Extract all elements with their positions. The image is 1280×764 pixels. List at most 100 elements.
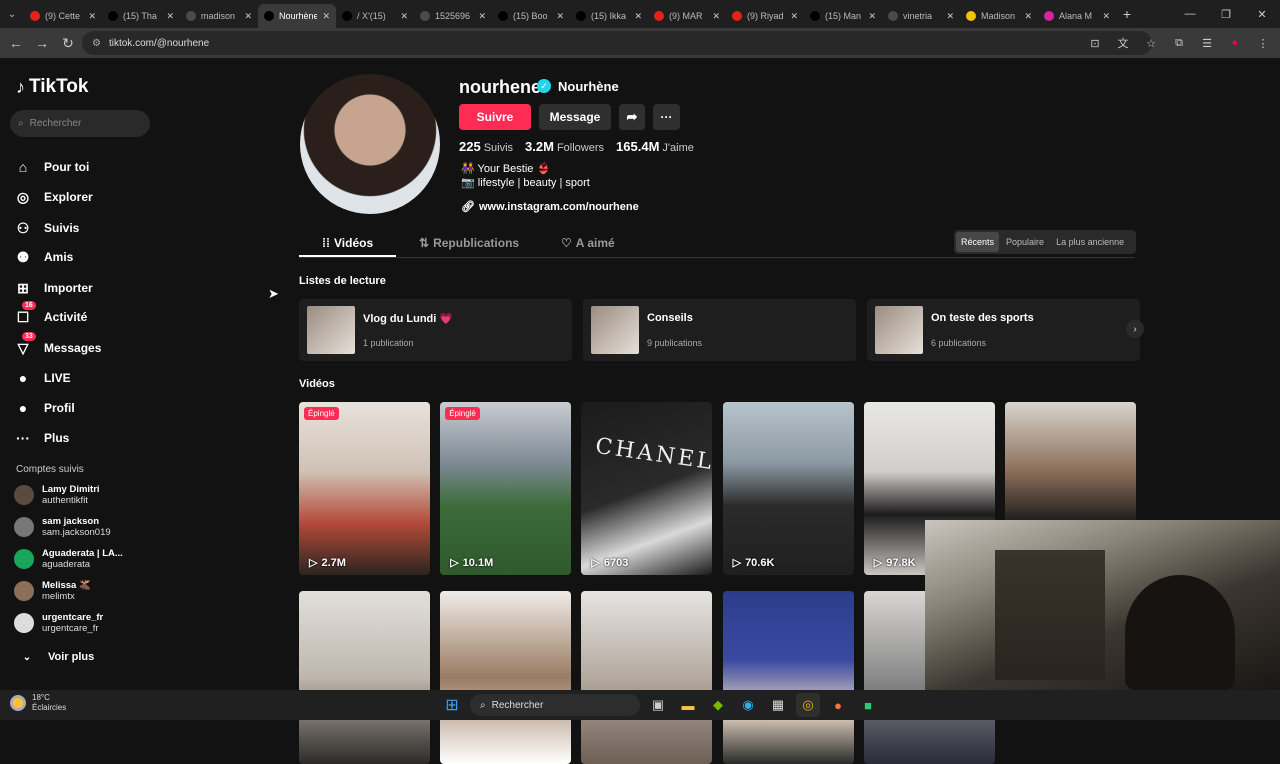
- nvidia-icon[interactable]: ◆: [706, 693, 730, 717]
- app-icon[interactable]: ■: [856, 693, 880, 717]
- tab-close-icon[interactable]: ✕: [712, 11, 720, 22]
- video-thumbnail[interactable]: [722, 591, 854, 764]
- sidebar-item-profil[interactable]: ● Profil: [14, 399, 75, 417]
- tab-republications[interactable]: ⇅ Republications: [419, 236, 519, 250]
- browser-tab[interactable]: vinetria ✕: [882, 4, 960, 28]
- sidebar-item-amis[interactable]: ⚉ Amis: [14, 248, 74, 266]
- tab-close-icon[interactable]: ✕: [322, 11, 330, 22]
- url-field[interactable]: ⚙ tiktok.com/@nourhene: [82, 31, 1152, 55]
- sidebar-item-live[interactable]: ● LIVE: [14, 369, 71, 387]
- tab-close-icon[interactable]: ✕: [478, 11, 486, 22]
- playlist-card[interactable]: Conseils 9 publications: [583, 299, 856, 361]
- video-thumbnail[interactable]: Épinglé ▷ 10.1M: [440, 402, 572, 575]
- following-stat[interactable]: 225 Suivis: [459, 139, 513, 154]
- sidebar-item-plus[interactable]: ··· Plus: [14, 429, 69, 447]
- share-icon[interactable]: ➦: [619, 104, 645, 130]
- reload-icon[interactable]: ↻: [56, 31, 80, 55]
- tab-close-icon[interactable]: ✕: [868, 11, 876, 22]
- followed-account[interactable]: Lamy Dimitri authentikfit: [14, 484, 100, 506]
- minimize-icon[interactable]: —: [1172, 0, 1208, 28]
- video-thumbnail[interactable]: [440, 591, 572, 764]
- browser-tab[interactable]: (9) MAR ✕: [648, 4, 726, 28]
- bookmark-star-icon[interactable]: ☆: [1142, 33, 1160, 53]
- tab-vid-os[interactable]: ⁞⁞ Vidéos: [322, 236, 373, 250]
- sort-option[interactable]: Récents: [956, 232, 1000, 252]
- tab-close-icon[interactable]: ✕: [634, 11, 642, 22]
- site-info-icon[interactable]: ⚙: [92, 38, 101, 49]
- playlist-next-icon[interactable]: ›: [1126, 320, 1144, 338]
- playlist-card[interactable]: Vlog du Lundi 💗 1 publication: [299, 299, 572, 361]
- windows-start-icon[interactable]: ⊞: [440, 693, 464, 717]
- forward-icon[interactable]: →: [30, 31, 54, 55]
- browser-tab[interactable]: (15) Ikka ✕: [570, 4, 648, 28]
- browser-tab[interactable]: 1525696 ✕: [414, 4, 492, 28]
- translate-icon[interactable]: 文: [1114, 33, 1132, 53]
- tab-close-icon[interactable]: ✕: [790, 11, 798, 22]
- sidebar-item-messages[interactable]: ▽ 33 Messages: [14, 332, 101, 357]
- browser-tab[interactable]: (9) Cette ✕: [24, 4, 102, 28]
- followed-account[interactable]: sam jackson sam.jackson019: [14, 516, 111, 538]
- close-window-icon[interactable]: ✕: [1244, 0, 1280, 28]
- tab-close-icon[interactable]: ✕: [1024, 11, 1032, 22]
- browser-tab[interactable]: (9) Riyad ✕: [726, 4, 804, 28]
- store-icon[interactable]: ▦: [766, 693, 790, 717]
- sidebar-item-pour-toi[interactable]: ⌂ Pour toi: [14, 158, 90, 176]
- video-thumbnail[interactable]: [299, 591, 430, 764]
- tab-close-icon[interactable]: ✕: [244, 11, 252, 22]
- see-more-button[interactable]: ⌄ Voir plus: [18, 648, 94, 666]
- browser-tab[interactable]: Madison ✕: [960, 4, 1038, 28]
- account-handle: sam.jackson019: [42, 527, 111, 538]
- followers-stat[interactable]: 3.2M Followers: [525, 139, 604, 154]
- weather-widget[interactable]: 18°C Éclaircies: [10, 693, 66, 713]
- extensions-icon[interactable]: ⧉: [1170, 33, 1188, 53]
- sidebar-item-explorer[interactable]: ◎ Explorer: [14, 188, 93, 206]
- video-thumbnail[interactable]: ▷ 70.6K: [722, 402, 854, 575]
- tab-close-icon[interactable]: ✕: [88, 11, 96, 22]
- firefox-icon[interactable]: ●: [826, 693, 850, 717]
- file-explorer-icon[interactable]: ▬: [676, 693, 700, 717]
- tab-close-icon[interactable]: ✕: [400, 11, 408, 22]
- followed-account[interactable]: Aguaderata | LA... aguaderata: [14, 548, 123, 570]
- back-icon[interactable]: ←: [4, 31, 28, 55]
- browser-tab[interactable]: / X'(15) ✕: [336, 4, 414, 28]
- edge-icon[interactable]: ◉: [736, 693, 760, 717]
- sidebar-item-importer[interactable]: ⊞ Importer: [14, 279, 93, 297]
- tab-close-icon[interactable]: ✕: [946, 11, 954, 22]
- tab-search-chevron-icon[interactable]: ⌄: [0, 0, 24, 28]
- followed-account[interactable]: Melissa 🫎 melimtx: [14, 580, 91, 602]
- more-options-icon[interactable]: ···: [653, 104, 680, 130]
- browser-tab[interactable]: Nourhène ✕: [258, 4, 336, 28]
- browser-tab[interactable]: (15) Man ✕: [804, 4, 882, 28]
- new-tab-button[interactable]: +: [1116, 2, 1138, 26]
- browser-tab[interactable]: madison ✕: [180, 4, 258, 28]
- tab-a-aim-[interactable]: ♡ A aimé: [561, 236, 615, 250]
- sidebar-item-suivis[interactable]: ⚇ Suivis: [14, 219, 80, 237]
- sort-option[interactable]: La plus ancienne: [1051, 232, 1129, 252]
- video-thumbnail[interactable]: [581, 591, 713, 764]
- video-thumbnail[interactable]: Épinglé ▷ 2.7M: [299, 402, 430, 575]
- playlist-card[interactable]: On teste des sports 6 publications: [867, 299, 1140, 361]
- message-button[interactable]: Message: [539, 104, 611, 130]
- install-icon[interactable]: ⊡: [1086, 33, 1104, 53]
- search-input[interactable]: ⌕ Rechercher: [10, 110, 150, 137]
- browser-tab[interactable]: (15) Tha ✕: [102, 4, 180, 28]
- task-view-icon[interactable]: ▣: [646, 693, 670, 717]
- follow-button[interactable]: Suivre: [459, 104, 531, 130]
- followed-account[interactable]: urgentcare_fr urgentcare_fr: [14, 612, 103, 634]
- media-icon[interactable]: ☰: [1198, 33, 1216, 53]
- video-thumbnail[interactable]: CHANEL ▷ 6703: [581, 402, 713, 575]
- browser-tab[interactable]: (15) Boo ✕: [492, 4, 570, 28]
- chrome-icon[interactable]: ◎: [796, 693, 820, 717]
- taskbar-search[interactable]: ⌕ Rechercher: [470, 694, 640, 716]
- maximize-icon[interactable]: ❐: [1208, 0, 1244, 28]
- tiktok-logo[interactable]: ♪ TikTok: [16, 76, 88, 98]
- profile-link[interactable]: 🔗︎ www.instagram.com/nourhene: [461, 200, 639, 214]
- browser-menu-icon[interactable]: ⋮: [1254, 33, 1272, 53]
- tab-close-icon[interactable]: ✕: [556, 11, 564, 22]
- sort-option[interactable]: Populaire: [1001, 232, 1049, 252]
- tab-close-icon[interactable]: ✕: [166, 11, 174, 22]
- browser-tab[interactable]: Alana M ✕: [1038, 4, 1116, 28]
- sidebar-item-activit-[interactable]: ☐ 16 Activité: [14, 301, 87, 326]
- profile-avatar-icon[interactable]: ●: [1226, 33, 1244, 53]
- tab-close-icon[interactable]: ✕: [1102, 11, 1110, 22]
